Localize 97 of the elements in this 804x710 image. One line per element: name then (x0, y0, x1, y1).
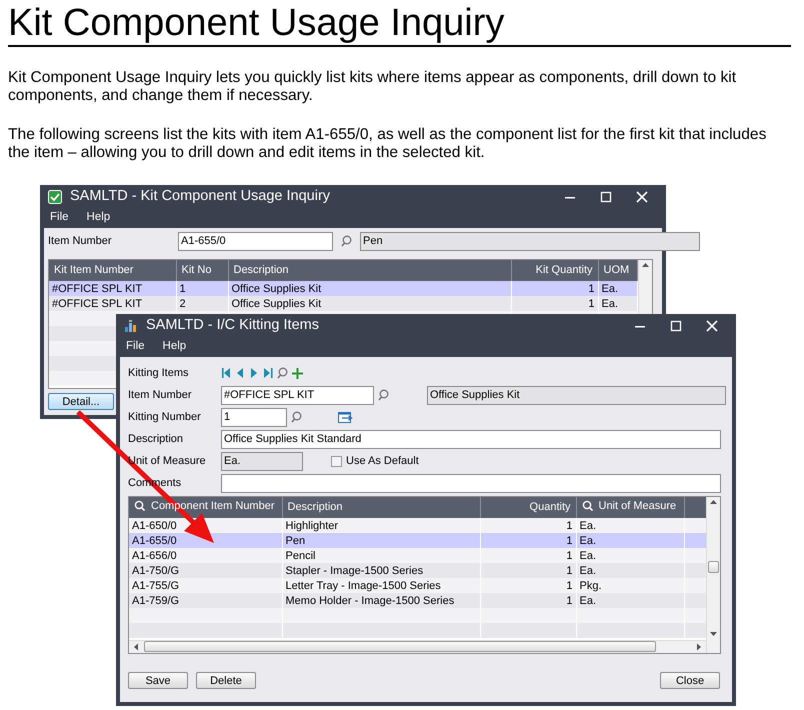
description-field: Pen (360, 232, 700, 250)
column-header[interactable]: Description (282, 497, 480, 518)
search-icon[interactable] (291, 411, 302, 423)
field-label: Item Number (128, 388, 192, 401)
table-cell: A1-656/0 (129, 548, 282, 563)
app-icon (124, 318, 138, 332)
checkbox-label: Use As Default (346, 454, 419, 469)
input-field[interactable]: #OFFICE SPL KIT (221, 386, 374, 404)
table-row[interactable]: A1-755/G Letter Tray - Image-1500 Series 1 Pkg. (129, 578, 708, 593)
table-cell: 1 (480, 533, 576, 548)
table-cell: A1-755/G (129, 578, 282, 593)
input-field[interactable]: Office Supplies Kit Standard (221, 430, 721, 448)
column-header[interactable]: Kit Quantity (511, 260, 598, 281)
dialog-button[interactable]: Save (128, 672, 188, 689)
search-icon (582, 500, 592, 512)
search-icon[interactable] (277, 367, 288, 379)
table-cell: Ea. (576, 593, 684, 608)
table-cell: Office Supplies Kit (228, 296, 511, 311)
table-cell: A1-750/G (129, 563, 282, 578)
previous-record-icon[interactable] (235, 367, 245, 379)
table-cell: Ea. (576, 548, 684, 563)
field-label: Kitting Number (128, 410, 201, 423)
search-icon[interactable] (341, 235, 352, 247)
input-field: Ea. (221, 452, 303, 470)
close-icon[interactable] (636, 190, 648, 202)
field-label: Item Number (48, 234, 113, 249)
column-header[interactable]: Quantity (480, 497, 576, 518)
menu-item[interactable]: File (50, 209, 69, 227)
table-cell: Ea. (576, 533, 684, 548)
table-cell: Ea. (598, 296, 637, 311)
detail-button[interactable]: Detail... (48, 393, 114, 410)
column-header[interactable]: Kit Item Number (49, 260, 176, 281)
maximize-icon[interactable] (600, 190, 612, 202)
table-cell: Ea. (576, 563, 684, 578)
scrollbar-thumb[interactable] (144, 641, 656, 652)
column-header[interactable]: Unit of Measure (576, 497, 684, 518)
paragraph: The following screens list the kits with item A1-655/0, as well as the component list for the first kit that includes the item – allowing you to drill down and edit items in the selected kit. (8, 126, 768, 161)
table-row[interactable]: A1-759/G Memo Holder - Image-1500 Series 1 Ea. (129, 593, 708, 608)
table-cell: Pencil (282, 548, 480, 563)
paragraph: Kit Component Usage Inquiry lets you quickly list kits where items appear as components, drill down to kit components, and change them if necessary. (8, 69, 738, 104)
input-field[interactable]: A1-655/0 (178, 232, 333, 250)
table-cell: Office Supplies Kit (228, 281, 511, 296)
menu-item[interactable]: File (126, 338, 145, 356)
field-label: Kitting Items (128, 366, 189, 379)
column-header[interactable]: Kit No (176, 260, 228, 281)
maximize-icon[interactable] (670, 320, 682, 332)
page-heading: Kit Component Usage Inquiry (8, 1, 506, 45)
table-cell: Ea. (598, 281, 637, 296)
column-header[interactable]: UOM (598, 260, 637, 281)
column-header[interactable]: Description (228, 260, 511, 281)
go-to-icon[interactable] (338, 411, 353, 423)
table-cell: 1 (511, 296, 598, 311)
table-row[interactable]: A1-750/G Stapler - Image-1500 Series 1 Ea. (129, 563, 708, 578)
first-record-icon[interactable] (221, 367, 231, 379)
checkbox[interactable] (331, 456, 342, 466)
table-row[interactable]: A1-655/0 Pen 1 Ea. (129, 533, 708, 548)
table-cell: Memo Holder - Image-1500 Series (282, 593, 480, 608)
table-row[interactable]: A1-656/0 Pencil 1 Ea. (129, 548, 708, 563)
table-cell: Highlighter (282, 518, 480, 533)
next-record-icon[interactable] (249, 367, 259, 379)
app-icon (48, 190, 62, 204)
scrollbar-thumb[interactable] (708, 561, 719, 573)
window-title: SAMLTD - I/C Kitting Items (146, 316, 319, 335)
table-cell: 1 (511, 281, 598, 296)
table-row[interactable]: #OFFICE SPL KIT 2 Office Supplies Kit 1 Ea. (49, 296, 637, 311)
table-cell: 1 (176, 281, 228, 296)
table-cell: A1-759/G (129, 593, 282, 608)
window-title: SAMLTD - Kit Component Usage Inquiry (70, 186, 330, 206)
table-cell: 1 (480, 548, 576, 563)
input-field[interactable] (221, 474, 721, 492)
table-cell: #OFFICE SPL KIT (49, 281, 176, 296)
table-row[interactable]: A1-650/0 Highlighter 1 Ea. (129, 518, 708, 533)
table-cell: Pkg. (576, 578, 684, 593)
dialog-button[interactable]: Close (660, 672, 720, 689)
menu-item[interactable]: Help (162, 338, 186, 356)
search-icon (134, 500, 145, 512)
close-icon[interactable] (706, 320, 718, 332)
last-record-icon[interactable] (263, 367, 273, 379)
table-cell: 1 (480, 593, 576, 608)
table-row[interactable]: #OFFICE SPL KIT 1 Office Supplies Kit 1 Ea. (49, 281, 637, 296)
table-cell: Pen (282, 533, 480, 548)
table-cell: 2 (176, 296, 228, 311)
table-cell: A1-655/0 (129, 533, 282, 548)
table-cell: Stapler - Image-1500 Series (282, 563, 480, 578)
field-label: Description (128, 432, 184, 445)
menu-item[interactable]: Help (86, 209, 110, 227)
table-cell: Letter Tray - Image-1500 Series (282, 578, 480, 593)
table-cell: 1 (480, 578, 576, 593)
add-icon[interactable] (292, 368, 303, 378)
table-cell: 1 (480, 563, 576, 578)
input-field[interactable]: 1 (221, 408, 287, 426)
description-field: Office Supplies Kit (427, 386, 726, 404)
search-icon[interactable] (378, 389, 389, 401)
table-cell: #OFFICE SPL KIT (49, 296, 176, 311)
table-cell: 1 (480, 518, 576, 533)
dialog-button[interactable]: Delete (196, 672, 256, 689)
table-cell: Ea. (576, 518, 684, 533)
